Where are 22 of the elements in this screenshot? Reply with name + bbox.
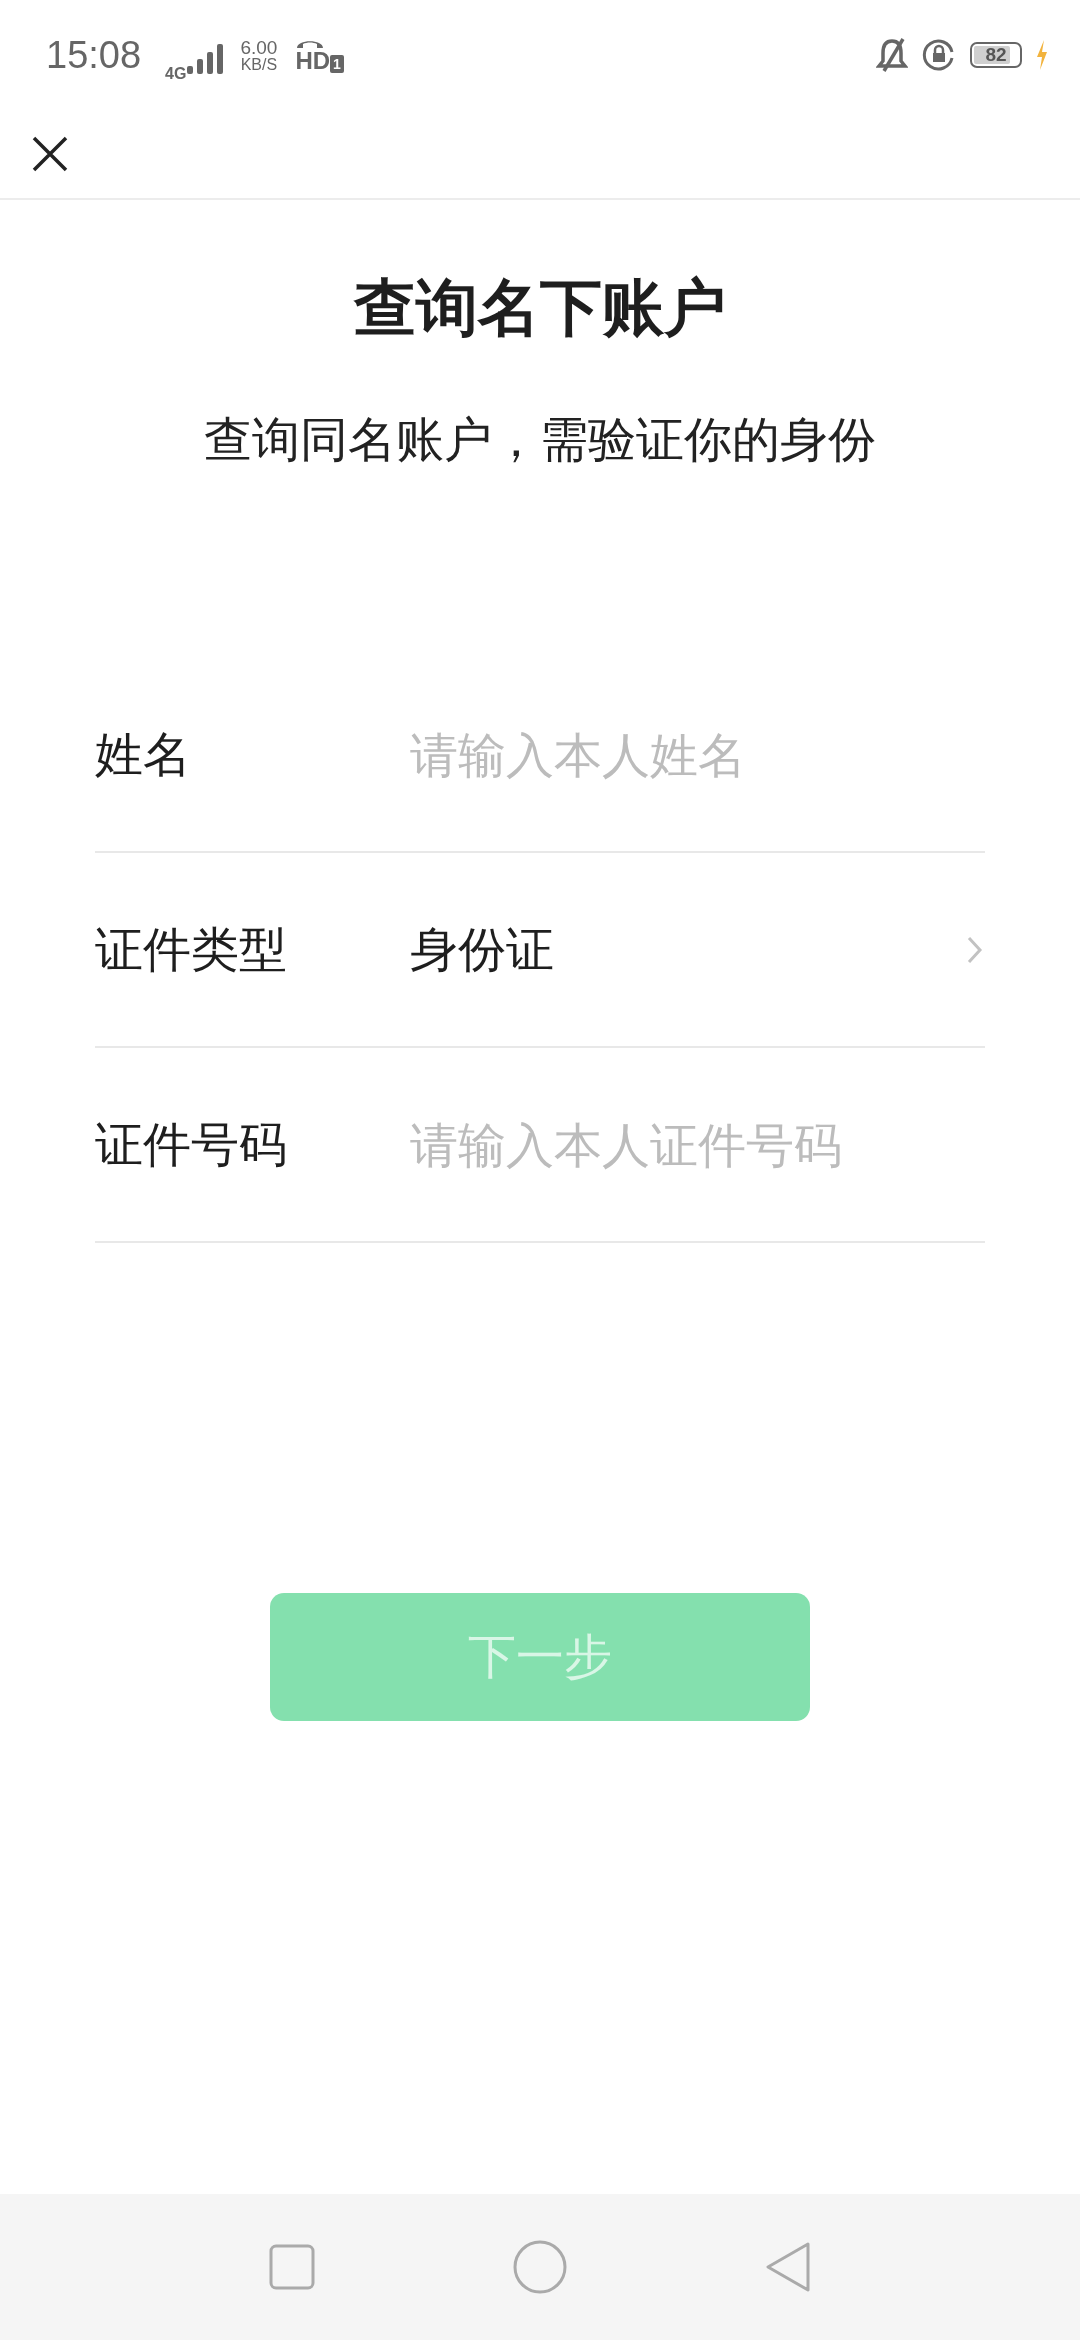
id-type-select[interactable]: 身份证 — [410, 917, 985, 982]
page-subtitle: 查询同名账户，需验证你的身份 — [203, 410, 877, 469]
speed-value: 6.00 — [240, 37, 278, 57]
input-field[interactable]: 请输入本人姓名 — [410, 726, 985, 783]
home-icon[interactable] — [512, 2239, 568, 2295]
field-label: 证件类型 — [95, 919, 288, 979]
rotation-lock-icon — [922, 38, 956, 72]
chevron-icon — [967, 935, 983, 964]
speed-unit: KB/S — [240, 56, 278, 73]
clock-time: 15:08 — [46, 33, 142, 77]
close-icon[interactable] — [32, 136, 68, 172]
back-icon[interactable] — [764, 2241, 812, 2293]
muted-bell-icon — [876, 38, 908, 72]
hd-label: HD — [295, 49, 331, 73]
battery-percent: 82 — [984, 44, 1008, 66]
network-type: 4G — [165, 65, 187, 83]
recent-apps-icon[interactable] — [268, 2243, 316, 2291]
input-field[interactable]: 请输入本人证件号码 — [410, 1116, 985, 1173]
page-title: 查询名下账户 — [352, 270, 727, 346]
sim-badge: 1 — [330, 55, 344, 73]
field-label: 姓名 — [95, 724, 192, 784]
field-label: 证件号码 — [95, 1114, 288, 1174]
